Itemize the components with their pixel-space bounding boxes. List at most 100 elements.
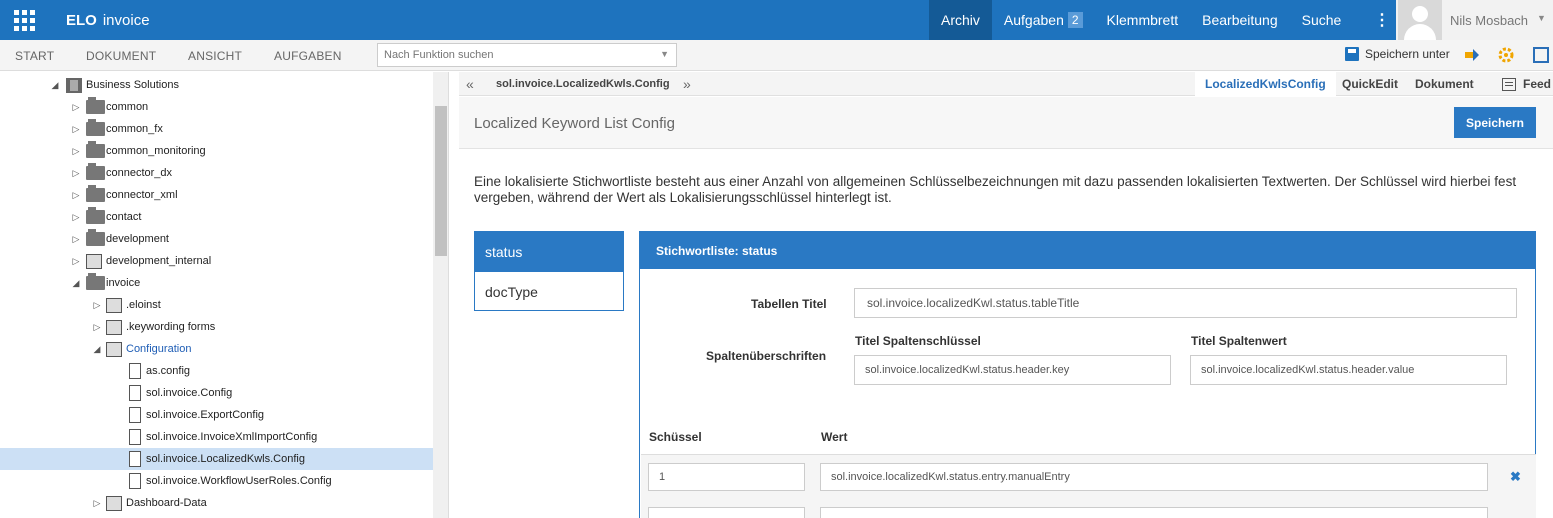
- expand-icon[interactable]: ▷: [71, 190, 81, 201]
- collapse-icon[interactable]: ◢: [71, 278, 81, 289]
- table-title-label: Tabellen Titel: [751, 297, 827, 311]
- entries-table: ✖: [641, 454, 1536, 518]
- folder-icon: [86, 163, 105, 180]
- tree-item-dashboard-data[interactable]: ▷ Dashboard-Data: [0, 492, 433, 514]
- expand-icon[interactable]: ▷: [92, 322, 102, 333]
- expand-icon[interactable]: ▷: [71, 124, 81, 135]
- table-title-field[interactable]: [854, 288, 1517, 318]
- entry-value-field[interactable]: [820, 507, 1488, 518]
- forward-icon[interactable]: »: [683, 76, 691, 92]
- nav-archiv[interactable]: Archiv: [929, 0, 992, 40]
- tree-item-invoice-config[interactable]: sol.invoice.Config: [0, 382, 433, 404]
- document-viewer: « sol.invoice.LocalizedKwls.Config » Loc…: [459, 72, 1553, 518]
- task-count-badge: 2: [1067, 12, 1083, 28]
- tree-item-export-config[interactable]: sol.invoice.ExportConfig: [0, 404, 433, 426]
- nav-klemmbrett[interactable]: Klemmbrett: [1095, 0, 1191, 40]
- key-header-field[interactable]: [854, 355, 1171, 385]
- function-search-input[interactable]: [378, 44, 648, 66]
- document-icon: [129, 363, 141, 379]
- ribbon-tab-ansicht[interactable]: ANSICHT: [188, 49, 242, 63]
- tab-quickedit[interactable]: QuickEdit: [1332, 72, 1408, 96]
- register-icon: [106, 298, 122, 313]
- scrollbar-thumb[interactable]: [435, 106, 447, 256]
- tree-item-configuration[interactable]: ◢ Configuration: [0, 338, 433, 360]
- expand-icon[interactable]: ▷: [71, 212, 81, 223]
- floppy-disk-icon: [1345, 47, 1359, 61]
- keyword-list-selector: status docType: [474, 231, 624, 311]
- tree-item-connector-xml[interactable]: ▷ connector_xml: [0, 184, 433, 206]
- column-headers-label: Spaltenüberschriften: [706, 349, 827, 363]
- tree-item-as-config[interactable]: as.config: [0, 360, 433, 382]
- list-item-doctype[interactable]: docType: [475, 272, 623, 312]
- feed-icon: [1502, 77, 1516, 91]
- tree-item-keywording-forms[interactable]: ▷ .keywording forms: [0, 316, 433, 338]
- expand-icon[interactable]: ▷: [71, 168, 81, 179]
- entry-key-field[interactable]: [648, 463, 805, 491]
- tree-item-development-internal[interactable]: ▷ development_internal: [0, 250, 433, 272]
- breadcrumb: sol.invoice.LocalizedKwls.Config: [496, 78, 670, 90]
- key-header-label: Titel Spaltenschlüssel: [855, 334, 981, 348]
- nav-aufgaben[interactable]: Aufgaben 2: [992, 0, 1095, 40]
- ribbon-tab-dokument[interactable]: DOKUMENT: [86, 49, 156, 63]
- expand-icon[interactable]: ▷: [92, 300, 102, 311]
- ribbon-tab-aufgaben[interactable]: AUFGABEN: [274, 49, 342, 63]
- page-title: Localized Keyword List Config: [474, 115, 675, 132]
- tab-feed[interactable]: Feed: [1492, 72, 1553, 96]
- tree-item-localized-kwls-config[interactable]: sol.invoice.LocalizedKwls.Config: [0, 448, 433, 470]
- back-icon[interactable]: «: [466, 76, 474, 92]
- collapse-icon[interactable]: ◢: [50, 80, 60, 91]
- expand-icon[interactable]: ▷: [71, 146, 81, 157]
- chevron-down-icon: ▼: [1537, 13, 1546, 23]
- tab-localized-kwls-config[interactable]: LocalizedKwlsConfig: [1195, 72, 1336, 96]
- chevron-down-icon[interactable]: ▼: [660, 49, 669, 59]
- main-navigation: Archiv Aufgaben 2 Klemmbrett Bearbeitung …: [929, 0, 1353, 40]
- app-title: ELO invoice: [66, 12, 150, 29]
- expand-icon[interactable]: ▷: [71, 234, 81, 245]
- tree-item-common[interactable]: ▷ common: [0, 96, 433, 118]
- tree-item-connector-dx[interactable]: ▷ connector_dx: [0, 162, 433, 184]
- avatar: [1398, 0, 1442, 40]
- tree-item-common-fx[interactable]: ▷ common_fx: [0, 118, 433, 140]
- tree-item-business-solutions[interactable]: ◢ Business Solutions: [0, 74, 433, 96]
- tree-scrollbar[interactable]: [433, 72, 448, 518]
- expand-icon[interactable]: ▷: [92, 498, 102, 509]
- tree-item-workflow-user-roles-config[interactable]: sol.invoice.WorkflowUserRoles.Config: [0, 470, 433, 492]
- move-arrow-icon[interactable]: [1464, 47, 1480, 63]
- collapse-icon[interactable]: ◢: [92, 344, 102, 355]
- column-header-value: Wert: [821, 430, 848, 444]
- app-launcher-button[interactable]: [0, 0, 48, 40]
- delete-entry-icon[interactable]: ✖: [1510, 469, 1521, 485]
- value-header-field[interactable]: [1190, 355, 1507, 385]
- save-button[interactable]: Speichern: [1454, 107, 1536, 138]
- expand-icon[interactable]: ▷: [71, 256, 81, 267]
- tree-item-eloinst[interactable]: ▷ .eloinst: [0, 294, 433, 316]
- fullscreen-icon[interactable]: [1533, 47, 1549, 63]
- form-header: Localized Keyword List Config Speichern: [459, 97, 1553, 149]
- register-icon: [86, 254, 102, 269]
- function-search[interactable]: ▼: [377, 43, 677, 67]
- tree-item-xml-import-config[interactable]: sol.invoice.InvoiceXmlImportConfig: [0, 426, 433, 448]
- more-menu-icon[interactable]: ⋮: [1368, 0, 1396, 40]
- expand-icon[interactable]: ▷: [71, 102, 81, 113]
- tree-item-development[interactable]: ▷ development: [0, 228, 433, 250]
- tree-item-invoice[interactable]: ◢ invoice: [0, 272, 433, 294]
- save-under-button[interactable]: Speichern unter: [1345, 47, 1450, 61]
- document-icon: [129, 385, 141, 401]
- entry-value-field[interactable]: [820, 463, 1488, 491]
- nav-bearbeitung[interactable]: Bearbeitung: [1190, 0, 1290, 40]
- document-icon: [129, 473, 141, 489]
- viewer-toolbar: « sol.invoice.LocalizedKwls.Config » Loc…: [459, 72, 1553, 96]
- tree-item-common-monitoring[interactable]: ▷ common_monitoring: [0, 140, 433, 162]
- tree-item-contact[interactable]: ▷ contact: [0, 206, 433, 228]
- tab-dokument[interactable]: Dokument: [1405, 72, 1484, 96]
- list-item-status[interactable]: status: [475, 232, 623, 272]
- description-text: Eine lokalisierte Stichwortliste besteht…: [474, 174, 1517, 205]
- nav-suche[interactable]: Suche: [1290, 0, 1354, 40]
- document-icon: [129, 451, 141, 467]
- entry-key-field[interactable]: [648, 507, 805, 518]
- user-menu[interactable]: Nils Mosbach ▼: [1396, 0, 1553, 40]
- folder-icon: [86, 229, 105, 246]
- ribbon-tab-start[interactable]: START: [15, 49, 54, 63]
- folder-icon: [86, 273, 105, 290]
- gear-icon[interactable]: [1498, 47, 1514, 63]
